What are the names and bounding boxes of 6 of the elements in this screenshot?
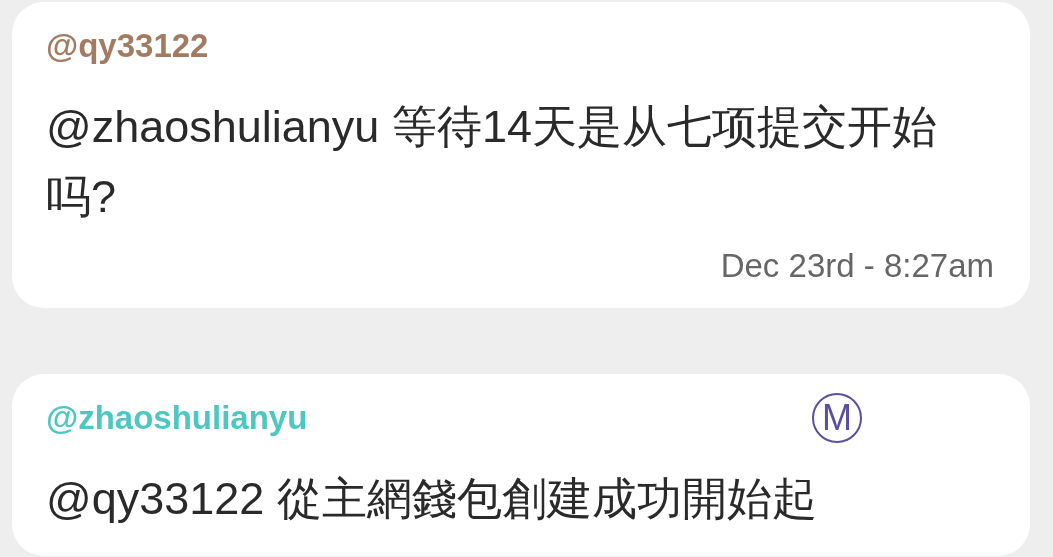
- message-author[interactable]: @qy33122: [46, 27, 209, 65]
- moderator-badge: M: [812, 393, 862, 443]
- message-text: @qy33122 從主網錢包創建成功開始起: [46, 472, 818, 526]
- message-text: @zhaoshulianyu 等待14天是从七项提交开始吗?: [46, 100, 938, 224]
- message-time: Dec 23rd - 8:27am: [719, 246, 994, 286]
- message-author[interactable]: @zhaoshulianyu: [46, 399, 308, 437]
